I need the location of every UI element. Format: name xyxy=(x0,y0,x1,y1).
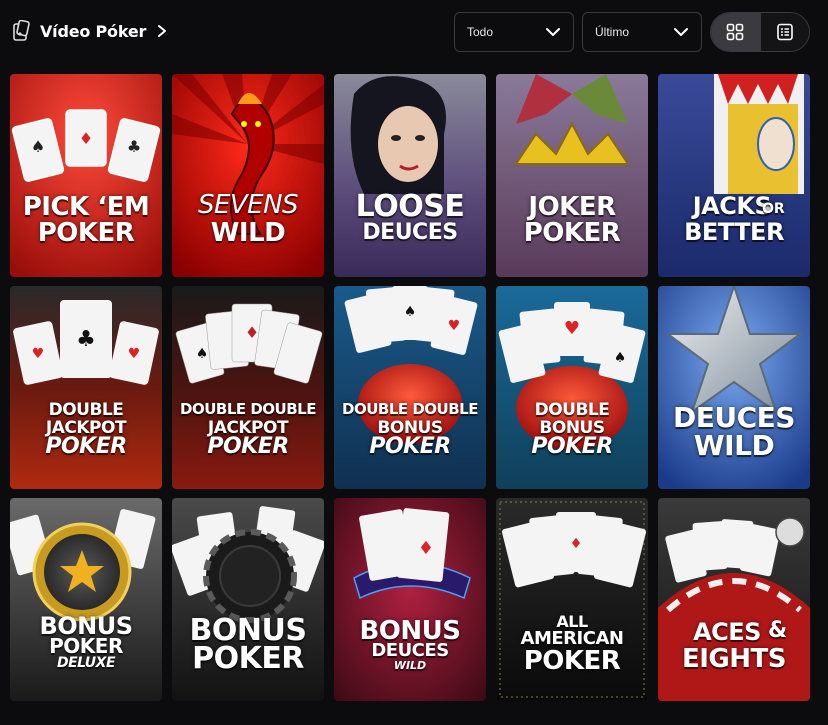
game-tile-double-jackpot-poker[interactable]: ♣ ♥ ♥ DOUBLE JACKPOT POKER xyxy=(10,286,162,489)
game-title-line1a: ACES xyxy=(693,618,761,646)
svg-text:♥: ♥ xyxy=(448,318,461,334)
grid-view-button[interactable] xyxy=(711,13,760,51)
game-title-line1: LOOSE xyxy=(355,189,465,224)
category-filter-dropdown[interactable]: Todo xyxy=(454,12,574,52)
game-title-line3: POKER xyxy=(369,434,451,459)
game-title-line3: POKER xyxy=(523,646,621,676)
svg-text:♠: ♠ xyxy=(404,304,417,320)
game-title-line2: POKER xyxy=(523,218,621,248)
svg-text:♦: ♦ xyxy=(245,323,259,342)
game-title-line2: POKER xyxy=(49,634,123,658)
game-title-line3: DELUXE xyxy=(56,655,116,671)
page-title: Vídeo Póker xyxy=(40,21,147,41)
game-title-line3: WILD xyxy=(393,659,427,672)
svg-text:♠: ♠ xyxy=(196,346,209,362)
game-title-line1: DOUBLE DOUBLE xyxy=(180,400,316,418)
game-title-line1a: JACKS xyxy=(692,192,772,220)
game-title-line2: DEUCES xyxy=(362,220,458,245)
game-title-line2: POKER xyxy=(192,641,304,676)
svg-text:♦: ♦ xyxy=(570,536,583,552)
svg-text:♥: ♥ xyxy=(32,346,45,362)
grid-view-icon xyxy=(726,23,744,41)
game-title-line1: DOUBLE DOUBLE xyxy=(342,400,478,418)
category-title-link[interactable]: Vídeo Póker xyxy=(12,20,168,42)
game-title-line2: DEUCES xyxy=(371,640,449,661)
sort-dropdown[interactable]: Último xyxy=(582,12,702,52)
chevron-right-icon xyxy=(158,25,167,37)
game-title-line1: PICK ‘EM xyxy=(22,192,150,222)
game-title-line3: POKER xyxy=(207,434,289,459)
game-title-line1b: OR xyxy=(762,201,785,217)
game-title-line2: EIGHTS xyxy=(682,644,787,674)
game-title-line1: JOKER xyxy=(528,192,616,222)
loose-deuces-artwork xyxy=(334,74,486,277)
svg-text:♥: ♥ xyxy=(128,346,141,362)
games-grid: ♠ ♦ ♣ PICK ‘EM POKER SEVENS WILD LOOSE D… xyxy=(10,74,810,701)
list-view-icon xyxy=(776,23,793,41)
category-filter-value: Todo xyxy=(467,25,494,39)
game-tile-double-double-bonus-poker[interactable]: ♠ ♥ DOUBLE DOUBLE BONUS POKER xyxy=(334,286,486,489)
game-title-line2: WILD xyxy=(210,218,286,248)
game-title-line1b: & xyxy=(768,618,787,643)
svg-text:♣: ♣ xyxy=(127,137,141,156)
game-title-line2: WILD xyxy=(693,429,775,462)
page-header: Vídeo Póker Todo Último xyxy=(0,0,828,64)
chevron-down-icon xyxy=(674,28,688,36)
game-title-line2: BETTER xyxy=(684,218,784,246)
game-tile-jacks-or-better[interactable]: JACKS OR BETTER xyxy=(658,74,810,277)
game-title-line1: DOUBLE xyxy=(534,400,610,420)
jacks-or-better-artwork xyxy=(658,74,810,277)
game-title-line1: SEVENS xyxy=(197,190,299,220)
svg-text:♦: ♦ xyxy=(418,538,434,559)
game-title-line3: POKER xyxy=(531,434,613,459)
game-tile-bonus-poker-deluxe[interactable]: BONUS POKER DELUXE xyxy=(10,498,162,701)
game-title-line3: POKER xyxy=(45,434,127,459)
svg-text:♦: ♦ xyxy=(79,129,93,148)
game-tile-all-american-poker[interactable]: ♦ ALL AMERICAN POKER xyxy=(496,498,648,701)
game-tile-loose-deuces[interactable]: LOOSE DEUCES xyxy=(334,74,486,277)
game-tile-double-bonus-poker[interactable]: ♥ ♠ DOUBLE BONUS POKER xyxy=(496,286,648,489)
game-tile-aces-and-eights[interactable]: ACES & EIGHTS xyxy=(658,498,810,701)
game-title-line1: DEUCES xyxy=(673,401,795,434)
game-title-line1: DOUBLE xyxy=(48,400,124,420)
svg-text:♠: ♠ xyxy=(614,350,627,366)
game-tile-double-double-jackpot-poker[interactable]: ♦ ♠ DOUBLE DOUBLE JACKPOT POKER xyxy=(172,286,324,489)
game-tile-pick-em-poker[interactable]: ♠ ♦ ♣ PICK ‘EM POKER xyxy=(10,74,162,277)
game-title-line2: POKER xyxy=(37,218,135,248)
game-tile-deuces-wild[interactable]: DEUCES WILD xyxy=(658,286,810,489)
chevron-down-icon xyxy=(546,28,560,36)
game-tile-sevens-wild[interactable]: SEVENS WILD xyxy=(172,74,324,277)
svg-text:♣: ♣ xyxy=(76,327,96,352)
list-view-button[interactable] xyxy=(759,13,809,51)
sort-value: Último xyxy=(595,25,630,39)
game-tile-joker-poker[interactable]: JOKER POKER xyxy=(496,74,648,277)
cards-phone-icon xyxy=(13,20,30,41)
svg-text:♥: ♥ xyxy=(564,318,580,339)
svg-text:♠: ♠ xyxy=(31,137,45,156)
game-tile-bonus-poker[interactable]: BONUS POKER xyxy=(172,498,324,701)
view-toggle xyxy=(710,12,810,52)
game-tile-bonus-deuces-wild[interactable]: ♦ BONUS DEUCES WILD xyxy=(334,498,486,701)
